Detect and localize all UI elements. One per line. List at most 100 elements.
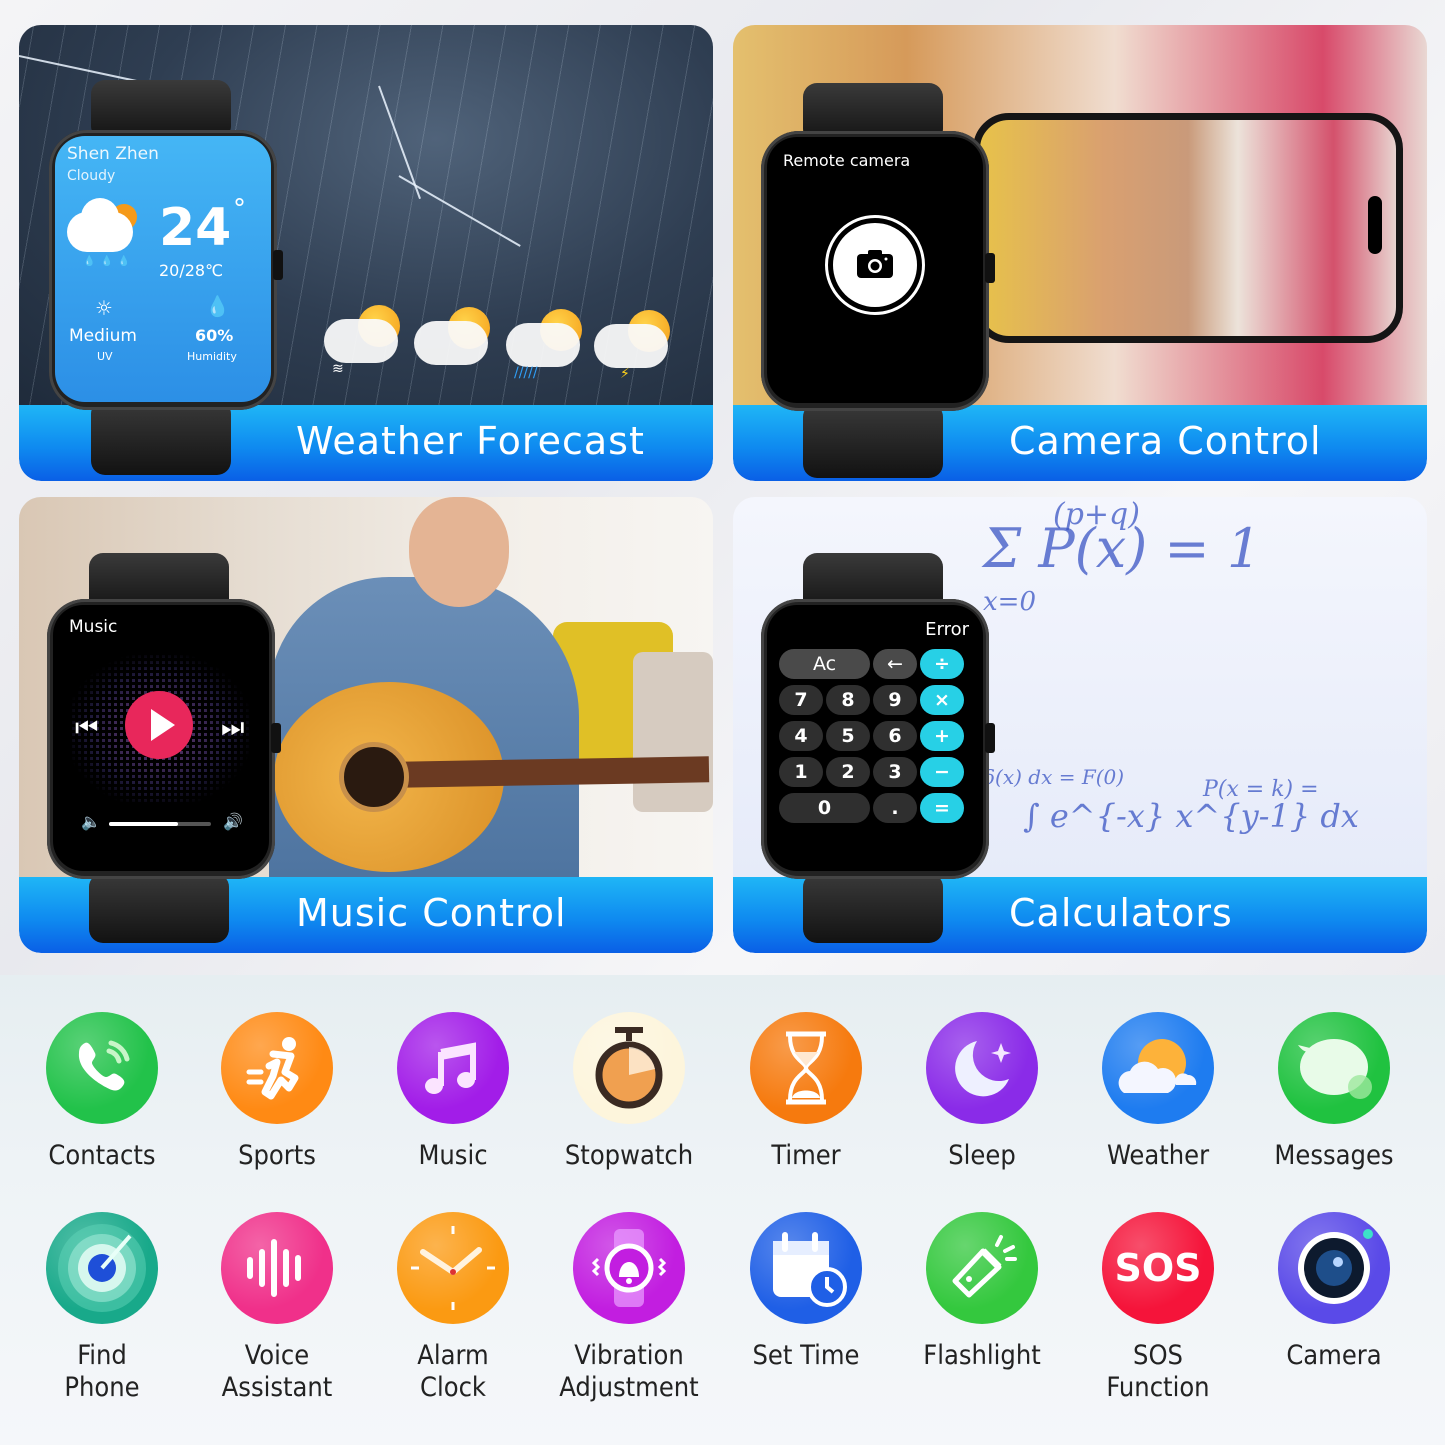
key-decimal[interactable]: . xyxy=(873,793,917,823)
weather-watch-screen[interactable]: Shen Zhen Cloudy 💧💧💧 24 ° 20/28℃ ☼ 💧 Med… xyxy=(55,136,271,402)
key-8[interactable]: 8 xyxy=(826,685,870,715)
app-label: Flashlight xyxy=(923,1340,1041,1371)
forecast-rain-icon: ///// xyxy=(506,309,584,381)
camera-control-panel: Camera Control Remote camera xyxy=(733,25,1427,481)
screen-title: Remote camera xyxy=(783,151,911,170)
key-1[interactable]: 1 xyxy=(779,757,823,787)
play-icon xyxy=(151,709,175,741)
moon-icon[interactable] xyxy=(926,1012,1038,1124)
key-minus[interactable]: − xyxy=(920,757,964,787)
app-vibration-adjustment[interactable]: Vibration Adjustment xyxy=(544,1212,714,1404)
watch-strap-bottom xyxy=(89,873,229,943)
key-9[interactable]: 9 xyxy=(873,685,917,715)
phone-icon[interactable] xyxy=(46,1012,158,1124)
watch-crown[interactable] xyxy=(273,250,283,280)
volume-low-icon[interactable]: 🔈 xyxy=(81,812,101,831)
key-backspace[interactable]: ← xyxy=(873,649,917,679)
app-label-line: SOS xyxy=(1133,1340,1183,1371)
key-divide[interactable]: ÷ xyxy=(920,649,964,679)
key-7[interactable]: 7 xyxy=(779,685,823,715)
app-label: SOS Function xyxy=(1073,1340,1243,1404)
panel-title: Music Control xyxy=(296,891,567,935)
app-music[interactable]: Music xyxy=(368,1012,538,1172)
bell-vibrate-icon[interactable] xyxy=(573,1212,685,1324)
app-find-phone[interactable]: Find Phone xyxy=(17,1212,187,1404)
key-3[interactable]: 3 xyxy=(873,757,917,787)
app-label: Camera xyxy=(1286,1340,1382,1371)
watch-strap-bottom xyxy=(803,403,943,478)
camera-lens-icon[interactable] xyxy=(1278,1212,1390,1324)
key-2[interactable]: 2 xyxy=(826,757,870,787)
key-6[interactable]: 6 xyxy=(873,721,917,751)
key-0[interactable]: 0 xyxy=(779,793,870,823)
app-stopwatch[interactable]: Stopwatch xyxy=(544,1012,714,1172)
guitar-neck xyxy=(398,756,710,788)
app-timer[interactable]: Timer xyxy=(721,1012,891,1172)
key-equals[interactable]: = xyxy=(920,793,964,823)
app-voice-assistant[interactable]: Voice Assistant xyxy=(192,1212,362,1404)
app-label: Sports xyxy=(238,1140,316,1171)
app-sos-function[interactable]: SOS SOS Function xyxy=(1073,1212,1243,1404)
calculator-watch-screen[interactable]: Error Ac ← ÷ 7 8 9 × 4 5 6 + 1 2 3 − 0 .… xyxy=(767,605,983,871)
sound-wave-icon[interactable] xyxy=(221,1212,333,1324)
app-contacts[interactable]: Contacts xyxy=(17,1012,187,1172)
app-label: Vibration Adjustment xyxy=(544,1340,714,1404)
current-temperature: 24 xyxy=(159,198,232,258)
watch-crown[interactable] xyxy=(271,723,281,753)
app-weather[interactable]: Weather xyxy=(1073,1012,1243,1172)
app-set-time[interactable]: Set Time xyxy=(721,1212,891,1372)
previous-track-button[interactable]: ⏮ xyxy=(75,713,98,744)
calculators-panel: Σ P(x) = 1 x=0 (p+q) ∫ e^{-x} x^{y-1} dx… xyxy=(733,497,1427,953)
calendar-clock-icon[interactable] xyxy=(750,1212,862,1324)
app-label-line: Alarm xyxy=(417,1340,489,1371)
app-label-line: Assistant xyxy=(221,1372,333,1403)
play-button[interactable] xyxy=(125,691,193,759)
app-flashlight[interactable]: Flashlight xyxy=(897,1212,1067,1372)
hourglass-icon[interactable] xyxy=(750,1012,862,1124)
app-alarm-clock[interactable]: Alarm Clock xyxy=(368,1212,538,1404)
music-note-icon[interactable] xyxy=(397,1012,509,1124)
watch-crown[interactable] xyxy=(985,253,995,283)
flashlight-icon[interactable] xyxy=(926,1212,1038,1324)
app-label: Music xyxy=(418,1140,488,1171)
app-label: Messages xyxy=(1274,1140,1394,1171)
watch-crown[interactable] xyxy=(985,723,995,753)
key-5[interactable]: 5 xyxy=(826,721,870,751)
volume-slider-fill xyxy=(109,822,179,826)
app-label: Sleep xyxy=(948,1140,1016,1171)
sun-icon: ☼ xyxy=(95,296,113,320)
music-watch-screen[interactable]: Music ⏮ ⏭ 🔈 🔊 xyxy=(53,605,269,871)
key-4[interactable]: 4 xyxy=(779,721,823,751)
app-label: Stopwatch xyxy=(564,1140,694,1171)
music-control-panel: Music Control Music ⏮ ⏭ 🔈 🔊 xyxy=(19,497,713,953)
guitar-soundhole xyxy=(339,742,409,812)
city-name: Shen Zhen xyxy=(67,144,159,164)
app-messages[interactable]: Messages xyxy=(1249,1012,1419,1172)
sos-icon[interactable]: SOS xyxy=(1102,1212,1214,1324)
camera-watch-screen[interactable]: Remote camera xyxy=(767,137,983,403)
volume-slider[interactable] xyxy=(109,822,211,826)
pillow xyxy=(633,652,713,812)
uv-value: Medium xyxy=(69,326,137,346)
shutter-button[interactable] xyxy=(833,223,917,307)
next-track-button[interactable]: ⏭ xyxy=(221,713,244,744)
clock-icon[interactable] xyxy=(397,1212,509,1324)
stopwatch-icon[interactable] xyxy=(573,1012,685,1124)
running-icon[interactable] xyxy=(221,1012,333,1124)
watch-strap-bottom xyxy=(803,873,943,943)
radar-icon[interactable] xyxy=(46,1212,158,1324)
key-clear[interactable]: Ac xyxy=(779,649,870,679)
formula: ∫ e^{-x} x^{y-1} dx xyxy=(1023,797,1359,835)
key-multiply[interactable]: × xyxy=(920,685,964,715)
volume-high-icon[interactable]: 🔊 xyxy=(223,812,243,831)
app-sleep[interactable]: Sleep xyxy=(897,1012,1067,1172)
sun-cloud-icon[interactable] xyxy=(1102,1012,1214,1124)
app-label-line: Voice xyxy=(244,1340,310,1371)
screen-title: Music xyxy=(69,617,118,637)
app-sports[interactable]: Sports xyxy=(192,1012,362,1172)
degree-symbol: ° xyxy=(233,194,246,224)
key-plus[interactable]: + xyxy=(920,721,964,751)
app-label-line: Clock xyxy=(420,1372,486,1403)
app-camera[interactable]: Camera xyxy=(1249,1212,1419,1372)
message-bubble-icon[interactable] xyxy=(1278,1012,1390,1124)
